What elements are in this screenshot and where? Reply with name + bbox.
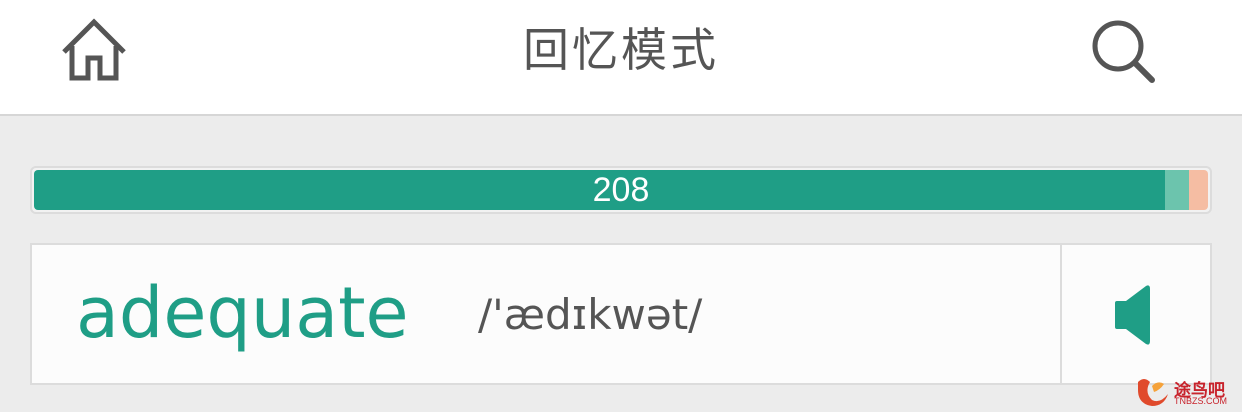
bird-logo-icon (1138, 379, 1168, 406)
search-icon (1092, 20, 1155, 83)
watermark-subtext: TNBZS.COM (1174, 396, 1227, 406)
speaker-icon (1115, 285, 1150, 345)
progress-bar: 208 (30, 166, 1212, 214)
word-card[interactable]: adequate /'ædɪkwət/ (30, 243, 1212, 385)
watermark-logo: 途鸟吧 TNBZS.COM (1134, 372, 1238, 410)
search-button[interactable] (1088, 16, 1158, 86)
top-bar: 回忆模式 (0, 0, 1242, 116)
word-text: adequate (76, 272, 409, 354)
progress-count: 208 (592, 171, 650, 209)
page-title: 回忆模式 (523, 23, 719, 77)
pronounce-button[interactable] (1062, 245, 1210, 383)
phonetic-text: /'ædɪkwət/ (478, 290, 703, 339)
